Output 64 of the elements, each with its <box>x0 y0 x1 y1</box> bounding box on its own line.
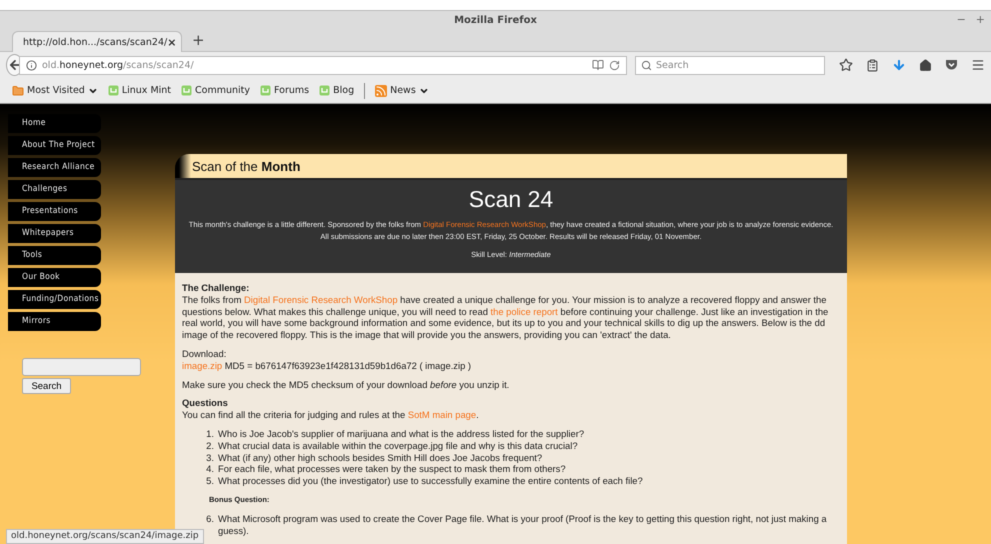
shield-icon[interactable] <box>945 59 958 71</box>
sidebar-menu-item[interactable]: Whitepapers <box>8 224 101 243</box>
list-number: 1. <box>205 428 214 440</box>
md5-note: Make sure you check the MD5 checksum of your download before you unzip it. <box>182 378 510 390</box>
download-line: image.zip MD5 = b676147f63923e1f428131d59b1d6a72 ( image.zip ) <box>182 360 472 372</box>
browser-tab[interactable]: http://old.hon.../scans/scan24/× <box>12 31 182 52</box>
window-control[interactable]: − <box>956 13 966 26</box>
sidebar-menu-item[interactable]: Presentations <box>8 202 101 221</box>
info-icon[interactable] <box>26 60 37 70</box>
sidebar-menu-item[interactable]: Challenges <box>8 180 101 199</box>
sidebar-menu-item[interactable]: Our Book <box>8 268 101 287</box>
new-tab-button[interactable]: + <box>188 31 209 51</box>
window-control[interactable]: + <box>976 13 985 26</box>
site-icon <box>181 85 192 96</box>
bookmark-item[interactable]: News <box>375 84 429 96</box>
bookmark-item[interactable]: Blog <box>319 85 354 96</box>
list-number: 6. <box>205 512 214 526</box>
folder-icon <box>12 84 24 96</box>
list-number: 3. <box>205 452 214 464</box>
question-text: What processes did you (the investigator) use to successfully examine the entire contents of each file? <box>218 475 643 487</box>
sidebar-menu-item[interactable]: Research Alliance <box>8 158 101 177</box>
panel-title: Scan of the Month <box>192 158 300 174</box>
window-title: Mozilla Firefox <box>454 15 537 26</box>
question-text: What (if any) other high schools besides Smith Hill does Joe Jacobs frequent? <box>218 452 542 464</box>
bookmark-item[interactable]: Linux Mint <box>108 85 172 96</box>
site-icon <box>319 85 330 96</box>
status-bar: old.honeynet.org/scans/scan24/image.zip <box>6 529 204 544</box>
challenge-text: The folks from Digital Forensic Research WorkShop have created a unique challenge for you. Your mission is to analyze a recovered floppy and answer the questions below. What makes this challenge unique, you will need to read the police report before continuing your challenge. Just like an investigation in the real world, you will have some background information and some evidence, but its up to you and your technical skills to dig up the answers. Below is the dd image of the recovered floppy. This is the image that will provide you the answers, providing you can 'extract' the data. <box>182 294 830 341</box>
bookmark-item[interactable]: Most Visited <box>12 84 98 96</box>
site-icon <box>260 85 272 96</box>
question-text: Who is Joe Jacob's supplier of marijuana and what is the address listed for the supplier? <box>218 428 584 440</box>
question-text: For each file, what processes were taken by the suspect to mask them from others? <box>218 463 566 476</box>
page-title: Scan 24 <box>468 186 554 213</box>
section-heading: The Challenge: <box>182 282 250 294</box>
download-label: Download: <box>182 348 228 360</box>
close-tab-button[interactable]: × <box>167 36 176 48</box>
search-field[interactable]: Search <box>635 56 825 74</box>
section-heading: Questions <box>182 397 229 410</box>
questions-intro: You can find all the criteria for judging and rules at the SotM main page. <box>182 409 480 421</box>
reader-view-icon[interactable] <box>592 59 604 71</box>
menu-icon[interactable] <box>971 58 985 72</box>
search-button[interactable]: Search <box>22 378 71 394</box>
search-field[interactable] <box>22 358 141 376</box>
sidebar-menu-item[interactable]: Tools <box>8 246 101 265</box>
list-number: 4. <box>205 463 214 476</box>
download-icon[interactable] <box>892 58 906 72</box>
sidebar-menu-item[interactable]: Home <box>8 114 101 133</box>
question-text: What Microsoft program was used to create the Cover Page file. What is your proof (Proof is the key to getting this question right, not just making a guess). <box>218 512 828 536</box>
bookmark-item[interactable]: Community <box>181 85 250 96</box>
sidebar-menu-item[interactable]: About The Project <box>8 136 101 155</box>
home-icon[interactable] <box>919 58 932 72</box>
list-number: 5. <box>205 475 214 487</box>
feed-icon <box>375 84 388 96</box>
question-text: What crucial data is available within the coverpage.jpg file and why is this data crucial? <box>218 440 578 452</box>
clipboard-icon[interactable] <box>866 58 879 72</box>
reload-icon[interactable] <box>609 60 620 70</box>
bookmark-star-icon[interactable] <box>839 58 853 72</box>
sidebar-menu-item[interactable]: Funding/Donations <box>8 290 101 309</box>
bookmark-item[interactable]: Forums <box>260 85 310 96</box>
site-icon <box>108 85 119 96</box>
back-arrow-icon <box>8 58 22 72</box>
list-number: 2. <box>205 440 214 452</box>
sidebar-menu-item[interactable]: Mirrors <box>8 312 101 331</box>
address-field[interactable]: old.honeynet.org/scans/scan24/ <box>19 56 627 74</box>
